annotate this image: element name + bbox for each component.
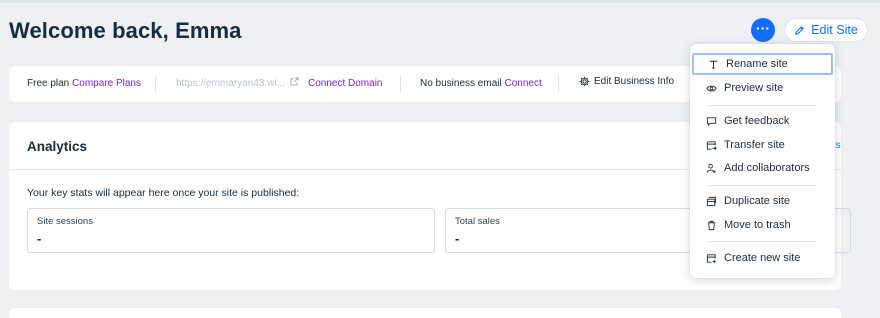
- analytics-title: Analytics: [27, 139, 88, 154]
- chat-icon: [706, 116, 717, 126]
- external-link-icon[interactable]: [290, 77, 299, 89]
- menu-item-label: Create new site: [724, 252, 801, 264]
- create-site-icon: [706, 253, 716, 263]
- connect-domain-link[interactable]: Connect Domain: [308, 78, 382, 89]
- more-actions-button[interactable]: ···: [751, 18, 775, 42]
- transfer-icon: [706, 140, 717, 150]
- compare-plans-link[interactable]: Compare Plans: [72, 78, 141, 89]
- plan-text: Free plan: [27, 78, 70, 89]
- menu-item-label: Add collaborators: [724, 162, 810, 174]
- eye-icon: [706, 85, 717, 91]
- stat-value: -: [37, 231, 42, 246]
- divider: [155, 75, 156, 92]
- menu-item-rename-site[interactable]: Rename site: [692, 53, 833, 75]
- page-title: Welcome back, Emma: [9, 18, 242, 43]
- menu-item-create-new-site[interactable]: Create new site: [690, 247, 835, 269]
- trash-icon: [707, 220, 716, 230]
- menu-item-label: Get feedback: [724, 115, 790, 127]
- edit-site-button[interactable]: Edit Site: [784, 18, 868, 42]
- menu-item-label: Preview site: [724, 82, 784, 94]
- edit-site-label: Edit Site: [811, 23, 858, 37]
- duplicate-icon: [706, 196, 717, 206]
- menu-item-add-collaborators[interactable]: Add collaborators: [690, 157, 835, 179]
- pencil-icon: [795, 25, 805, 35]
- site-actions-menu: Rename site Preview site Get feedback Tr…: [690, 44, 835, 278]
- edit-business-info-button[interactable]: Edit Business Info: [579, 76, 674, 87]
- menu-divider: [708, 185, 816, 186]
- menu-item-duplicate-site[interactable]: Duplicate site: [690, 190, 835, 212]
- menu-item-label: Move to trash: [724, 219, 791, 231]
- text-icon: [709, 60, 718, 69]
- next-card: [9, 308, 841, 318]
- menu-divider: [708, 105, 816, 106]
- divider: [558, 75, 559, 92]
- menu-divider: [708, 241, 816, 242]
- plan-info: Free plan Compare Plans: [27, 78, 141, 89]
- divider: [400, 75, 401, 92]
- site-url: https://emmaryan43.wi...: [176, 78, 285, 89]
- stat-site-sessions: Site sessions -: [27, 208, 435, 253]
- menu-item-label: Duplicate site: [724, 195, 791, 207]
- stat-value: -: [455, 231, 460, 246]
- edit-business-info-label: Edit Business Info: [594, 76, 675, 87]
- gear-icon: [579, 76, 590, 87]
- menu-item-get-feedback[interactable]: Get feedback: [690, 110, 835, 132]
- menu-item-label: Rename site: [726, 58, 788, 70]
- add-user-icon: [706, 163, 716, 173]
- menu-item-preview-site[interactable]: Preview site: [690, 77, 835, 99]
- connect-email-link[interactable]: Connect: [505, 78, 542, 89]
- business-email-text: No business email: [420, 78, 502, 89]
- menu-item-move-to-trash[interactable]: Move to trash: [690, 214, 835, 236]
- email-info: No business email Connect: [420, 78, 542, 89]
- top-divider: [0, 0, 880, 3]
- stats-note: Your key stats will appear here once you…: [27, 187, 300, 199]
- menu-item-transfer-site[interactable]: Transfer site: [690, 134, 835, 156]
- stat-label: Total sales: [455, 216, 500, 227]
- stat-label: Site sessions: [37, 216, 93, 227]
- menu-item-label: Transfer site: [724, 139, 785, 151]
